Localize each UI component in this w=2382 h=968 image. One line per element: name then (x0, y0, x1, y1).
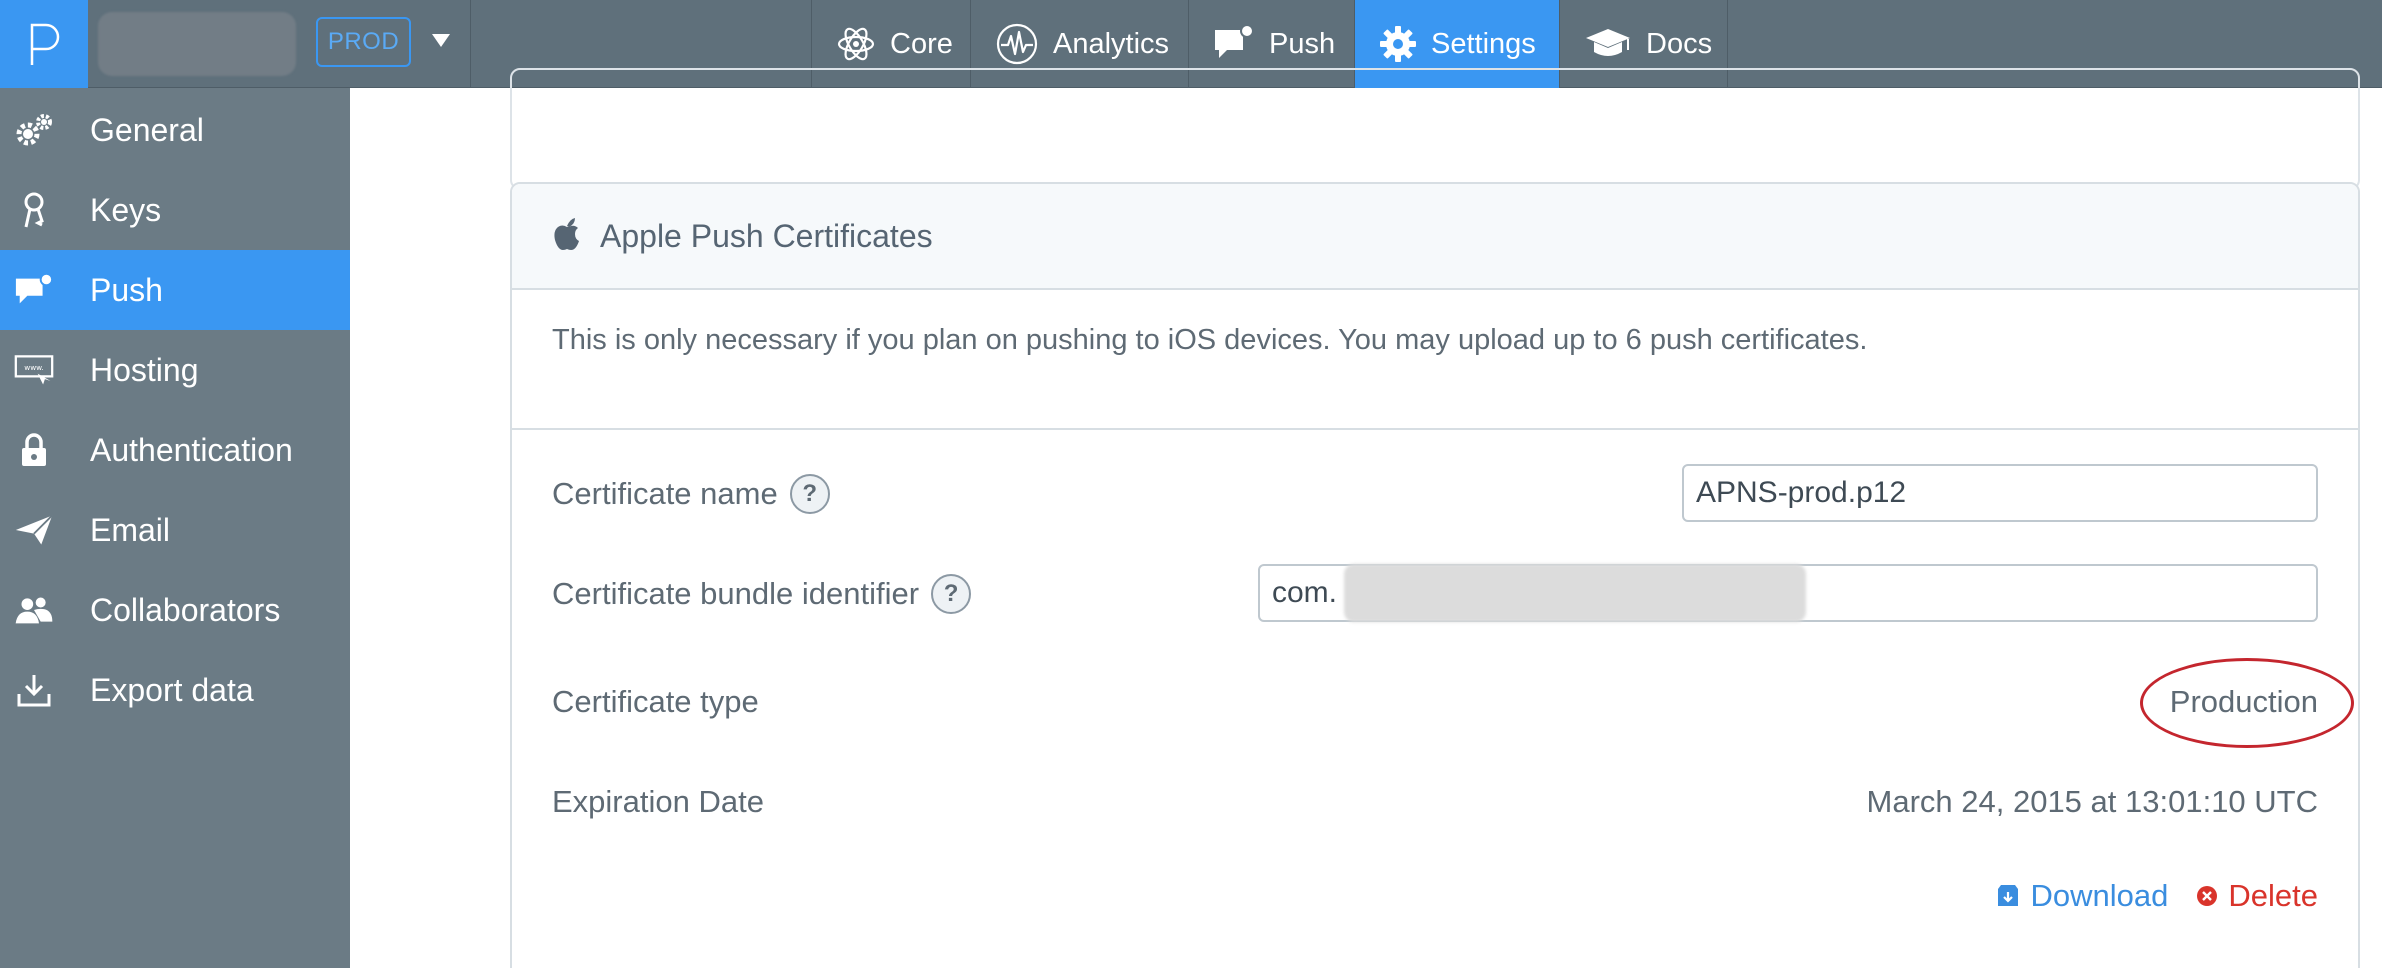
download-tray-icon (14, 672, 54, 708)
lock-icon (14, 432, 54, 468)
app-switcher-caret-icon[interactable] (432, 34, 450, 47)
expiration-date-value: March 24, 2015 at 13:01:10 UTC (1866, 784, 2318, 819)
delete-button[interactable]: Delete (2196, 878, 2318, 914)
parse-logo-icon (30, 23, 60, 65)
app-name-redacted[interactable] (98, 12, 296, 76)
nav-push-label: Push (1269, 27, 1336, 60)
paper-plane-icon (14, 512, 54, 548)
main-content: Apple Push Certificates This is only nec… (350, 68, 2382, 968)
bundle-id-redacted (1344, 564, 1806, 622)
sidebar-item-label: Keys (90, 191, 162, 228)
sidebar-item-email[interactable]: Email (0, 490, 350, 570)
sidebar-item-authentication[interactable]: Authentication (0, 410, 350, 490)
certificate-bundle-field[interactable]: com. (1258, 564, 2318, 622)
certificate-name-help-icon[interactable]: ? (789, 474, 830, 514)
nav-settings-label: Settings (1431, 27, 1536, 60)
chat-bubble-icon (14, 272, 54, 308)
sidebar-item-label: Hosting (90, 351, 199, 388)
gears-icon (14, 112, 54, 148)
users-icon (14, 592, 54, 628)
sidebar-item-keys[interactable]: Keys (0, 170, 350, 250)
certificate-bundle-label-row: Certificate bundle identifier ? (552, 574, 972, 614)
apple-push-certificates-card: Apple Push Certificates This is only nec… (510, 182, 2360, 968)
hosting-icon: www. (14, 352, 54, 388)
sidebar-item-export-data[interactable]: Export data (0, 650, 350, 730)
chat-bubble-icon (1215, 24, 1254, 58)
certificate-bundle-label: Certificate bundle identifier (552, 576, 920, 611)
environment-badge[interactable]: PROD (316, 17, 411, 67)
sidebar-item-general[interactable]: General (0, 90, 350, 170)
gear-icon (1380, 26, 1416, 62)
annotation-circle (2140, 658, 2354, 748)
bundle-id-prefix: com. (1272, 576, 1338, 609)
previous-card (510, 68, 2360, 190)
download-button[interactable]: Download (1995, 878, 2169, 914)
expiration-date-label: Expiration Date (552, 784, 764, 819)
card-divider (512, 428, 2358, 430)
download-label: Download (2030, 878, 2169, 913)
card-title: Apple Push Certificates (600, 218, 933, 254)
sidebar-item-label: Authentication (90, 431, 293, 468)
sidebar-item-label: Collaborators (90, 591, 281, 628)
certificate-name-label: Certificate name (552, 476, 778, 511)
sidebar-item-push[interactable]: Push (0, 250, 350, 330)
nav-docs-label: Docs (1646, 27, 1713, 60)
header-separator (470, 0, 471, 88)
sidebar-item-label: Export data (90, 671, 254, 708)
key-icon (14, 192, 54, 228)
parse-logo[interactable] (0, 0, 88, 88)
nav-analytics-label: Analytics (1053, 27, 1170, 60)
apple-icon (554, 218, 579, 250)
sidebar-item-label: General (90, 111, 204, 148)
certificate-name-label-row: Certificate name ? (552, 474, 830, 514)
nav-core-label: Core (890, 27, 953, 60)
delete-icon (2197, 886, 2218, 906)
sidebar-item-collaborators[interactable]: Collaborators (0, 570, 350, 650)
graduation-cap-icon (1586, 29, 1630, 56)
certificate-type-label: Certificate type (552, 684, 759, 719)
download-icon (1997, 885, 2018, 906)
sidebar-item-label: Push (90, 271, 163, 308)
settings-sidebar: General Keys Push www. Hosting Authentic… (0, 88, 350, 968)
atom-icon (837, 27, 875, 61)
sidebar-item-hosting[interactable]: www. Hosting (0, 330, 350, 410)
card-description: This is only necessary if you plan on pu… (552, 324, 1868, 356)
certificate-bundle-help-icon[interactable]: ? (931, 574, 972, 614)
card-header: Apple Push Certificates (512, 184, 2358, 290)
sidebar-item-label: Email (90, 511, 171, 548)
svg-text:www.: www. (24, 363, 43, 372)
pulse-icon (996, 23, 1038, 65)
certificate-name-field[interactable]: APNS-prod.p12 (1682, 464, 2318, 522)
certificate-actions: Download Delete (1995, 878, 2318, 914)
delete-label: Delete (2228, 878, 2318, 913)
